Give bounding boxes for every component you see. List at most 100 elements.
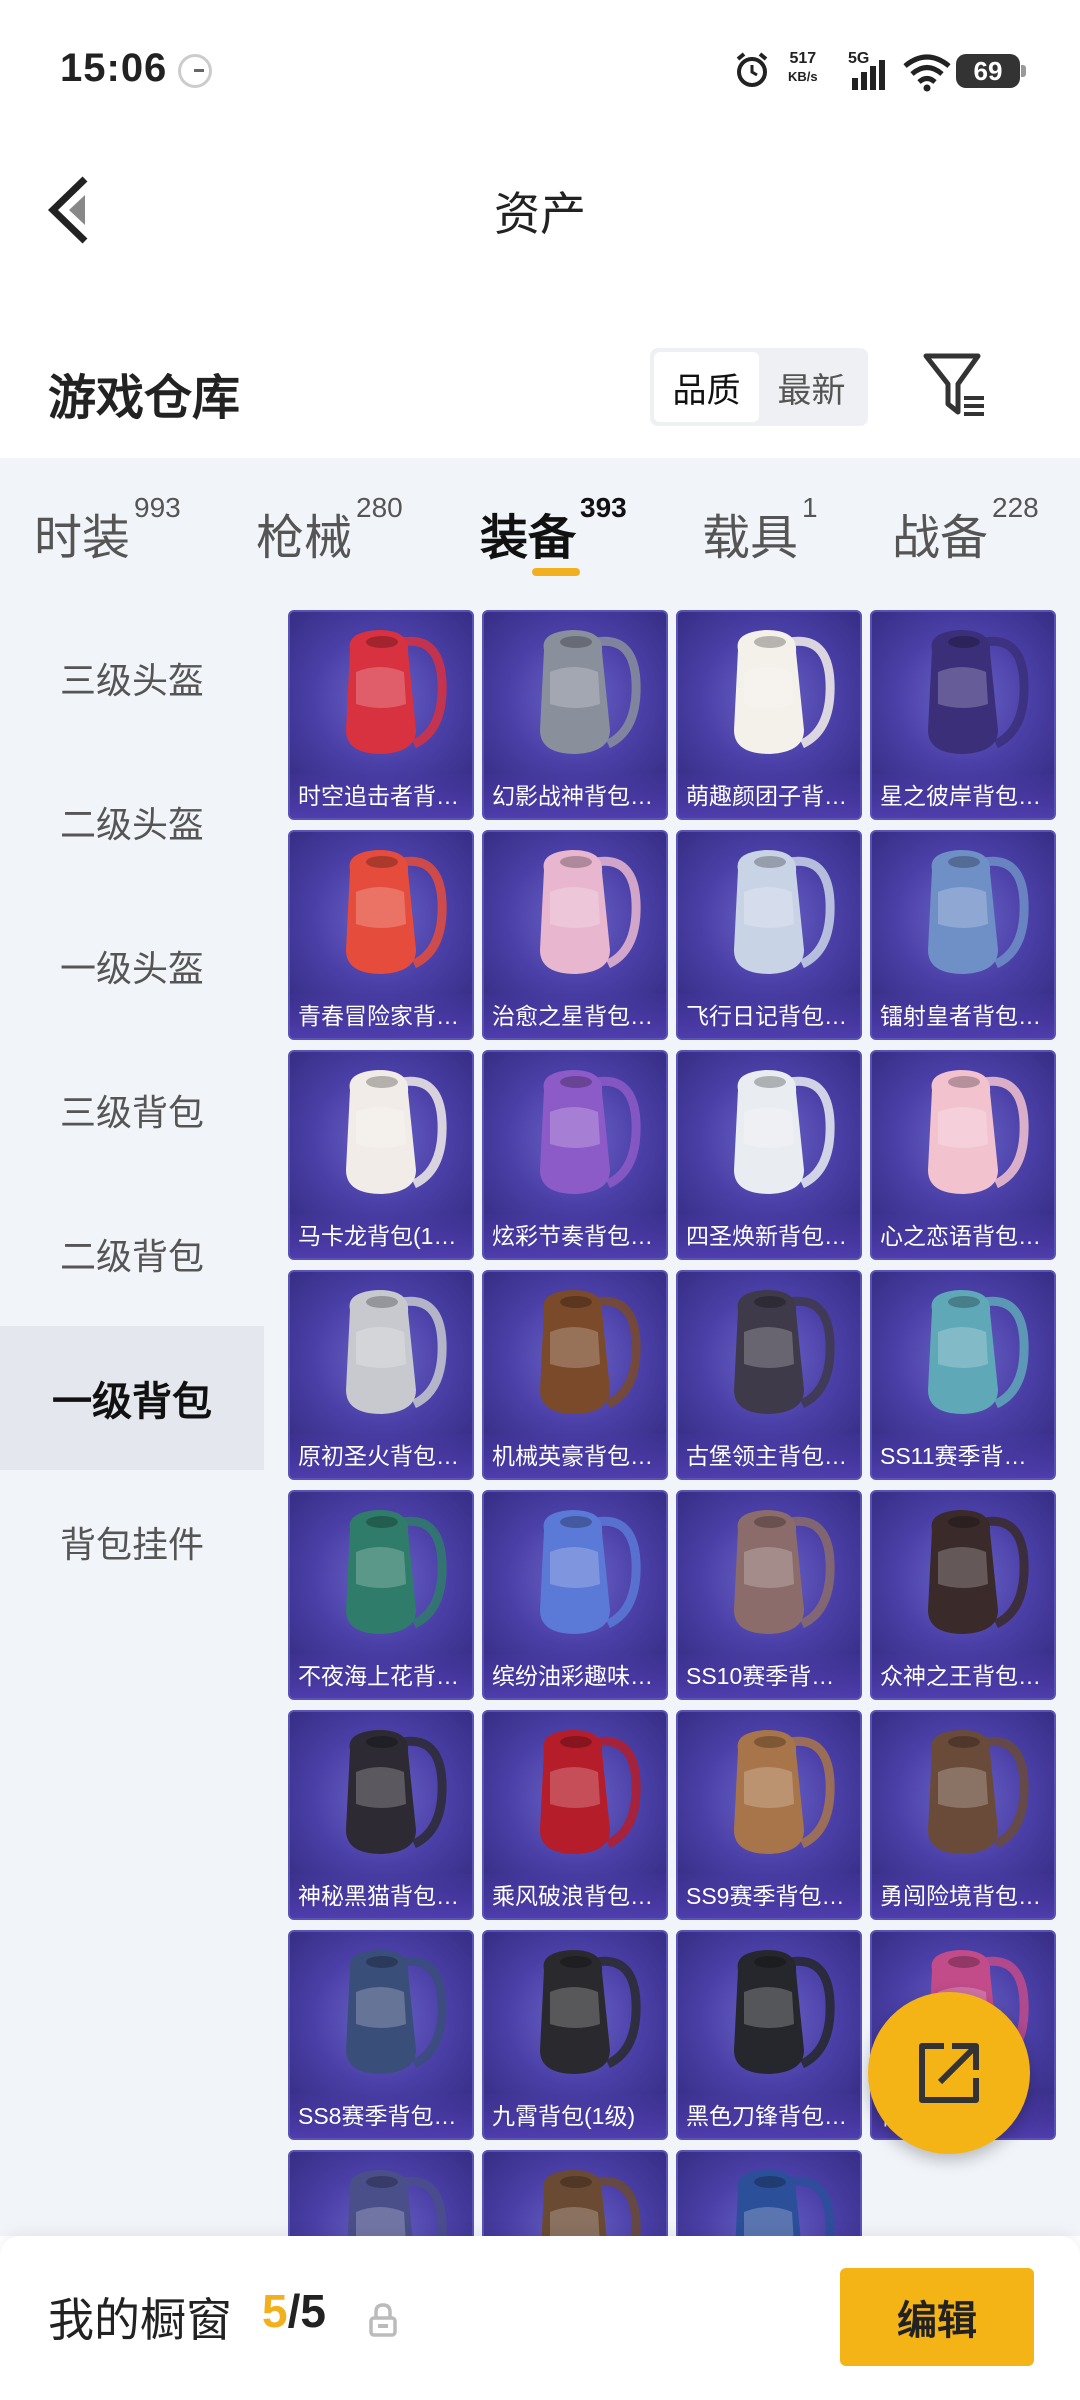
backpack-icon xyxy=(540,630,641,754)
filter-icon[interactable] xyxy=(922,350,988,420)
backpack-icon xyxy=(928,630,1029,754)
item-card[interactable]: 众神之王背包(1级) xyxy=(870,1490,1056,1700)
tab-equipment[interactable]: 装备393 xyxy=(480,492,627,578)
sidebar-item-backpack-lv1[interactable]: 一级背包 xyxy=(0,1326,264,1470)
item-card[interactable]: 缤纷油彩趣味背包(1级) xyxy=(482,1490,668,1700)
sidebar-item-helmet-lv3[interactable]: 三级头盔 xyxy=(0,606,264,750)
tab-fashion[interactable]: 时装993 xyxy=(34,492,181,578)
item-name: 时空追击者背包(1级) xyxy=(290,774,472,818)
backpack-icon xyxy=(540,1730,641,1854)
showcase-count: 5/5 xyxy=(262,2284,326,2338)
item-card[interactable]: SS9赛季背包(1级) xyxy=(676,1710,862,1920)
backpack-icon xyxy=(347,2170,447,2236)
share-button[interactable] xyxy=(868,1992,1030,2154)
item-card[interactable]: 黑色刀锋背包(1级) xyxy=(676,1930,862,2140)
item-card[interactable]: 马卡龙背包(1级) xyxy=(288,1050,474,1260)
item-name: 众神之王背包(1级) xyxy=(872,1654,1054,1698)
item-card[interactable]: 飞行日记背包(1级) xyxy=(676,830,862,1040)
item-card[interactable]: 九霄背包(1级) xyxy=(482,1930,668,2140)
subcategory-sidebar: 三级头盔 二级头盔 一级头盔 三级背包 二级背包 一级背包 背包挂件 xyxy=(0,606,264,2236)
share-icon xyxy=(919,2043,979,2103)
backpack-icon xyxy=(540,850,641,974)
item-card[interactable]: SS11赛季背包(1级) xyxy=(870,1270,1056,1480)
item-card[interactable]: 不夜海上花背包(1级) xyxy=(288,1490,474,1700)
backpack-icon xyxy=(928,1290,1029,1414)
wifi-icon xyxy=(903,54,951,92)
backpack-icon xyxy=(928,1730,1029,1854)
sidebar-item-helmet-lv2[interactable]: 二级头盔 xyxy=(0,750,264,894)
backpack-icon xyxy=(734,1070,835,1194)
item-name: 不夜海上花背包(1级) xyxy=(290,1654,472,1698)
item-name: 乘风破浪背包(1级) xyxy=(484,1874,666,1918)
showcase-current: 5 xyxy=(262,2285,288,2337)
tab-label: 战备 xyxy=(892,512,989,565)
item-card[interactable] xyxy=(482,2150,668,2236)
item-name: 心之恋语背包(1级) xyxy=(872,1214,1054,1258)
showcase-total: 5 xyxy=(300,2285,326,2337)
app-header: 资产 xyxy=(0,140,1080,280)
backpack-icon xyxy=(928,1510,1029,1634)
item-card[interactable]: 星之彼岸背包(1级) xyxy=(870,610,1056,820)
item-card[interactable]: 原初圣火背包(1级) xyxy=(288,1270,474,1480)
clock-app-icon xyxy=(178,54,212,88)
backpack-icon xyxy=(346,1950,447,2074)
item-card[interactable]: 萌趣颜团子背包(1级) xyxy=(676,610,862,820)
backpack-icon xyxy=(734,1730,835,1854)
sort-toggle: 品质 最新 xyxy=(650,348,868,426)
item-card[interactable]: 勇闯险境背包(1级) xyxy=(870,1710,1056,1920)
tab-battle-gear[interactable]: 战备228 xyxy=(892,492,1039,578)
sort-quality-button[interactable]: 品质 xyxy=(654,352,759,422)
sidebar-item-backpack-lv3[interactable]: 三级背包 xyxy=(0,1038,264,1182)
tab-label: 装备 xyxy=(480,512,577,565)
item-card[interactable]: 神秘黑猫背包(1级) xyxy=(288,1710,474,1920)
tab-firearms[interactable]: 枪械280 xyxy=(256,492,403,578)
item-card[interactable]: 青春冒险家背包(1级) xyxy=(288,830,474,1040)
item-name: 九霄背包(1级) xyxy=(484,2094,666,2138)
battery-indicator: 69 xyxy=(956,54,1026,88)
tab-count: 393 xyxy=(580,492,627,523)
sidebar-item-backpack-charm[interactable]: 背包挂件 xyxy=(0,1470,264,1614)
sidebar-item-backpack-lv2[interactable]: 二级背包 xyxy=(0,1182,264,1326)
sort-latest-button[interactable]: 最新 xyxy=(759,352,864,422)
item-card[interactable]: 乘风破浪背包(1级) xyxy=(482,1710,668,1920)
showcase-separator: / xyxy=(287,2285,301,2337)
item-card[interactable]: 炫彩节奏背包(1级) xyxy=(482,1050,668,1260)
item-card[interactable]: 镭射皇者背包(1级) xyxy=(870,830,1056,1040)
network-speed-unit: KB/s xyxy=(788,69,818,84)
backpack-icon xyxy=(540,1510,641,1634)
item-card[interactable]: 四圣焕新背包(1级) xyxy=(676,1050,862,1260)
sidebar-item-helmet-lv1[interactable]: 一级头盔 xyxy=(0,894,264,1038)
active-tab-indicator xyxy=(532,568,580,576)
item-name: 机械英豪背包(1级) xyxy=(484,1434,666,1478)
item-name: SS8赛季背包(1级) xyxy=(290,2094,472,2138)
item-name: 青春冒险家背包(1级) xyxy=(290,994,472,1038)
tab-vehicles[interactable]: 载具1 xyxy=(702,492,818,578)
item-card[interactable]: 幻影战神背包(1级) xyxy=(482,610,668,820)
backpack-icon xyxy=(346,1730,447,1854)
item-card[interactable]: 机械英豪背包(1级) xyxy=(482,1270,668,1480)
item-name: 镭射皇者背包(1级) xyxy=(872,994,1054,1038)
page-title: 资产 xyxy=(494,188,586,240)
backpack-icon xyxy=(928,1070,1029,1194)
item-name: 古堡领主背包(1级) xyxy=(678,1434,860,1478)
backpack-icon xyxy=(346,630,447,754)
item-name: SS10赛季背包(1级) xyxy=(678,1654,860,1698)
warehouse-title: 游戏仓库 xyxy=(48,372,241,425)
network-speed: 517 KB/s xyxy=(788,50,818,86)
warehouse-header: 游戏仓库 品质 最新 xyxy=(0,330,1080,450)
item-card[interactable]: 治愈之星背包(1级) xyxy=(482,830,668,1040)
item-card[interactable]: SS10赛季背包(1级) xyxy=(676,1490,862,1700)
showcase-label: 我的橱窗 xyxy=(48,2294,232,2346)
backpack-icon xyxy=(346,1070,447,1194)
item-card[interactable]: 心之恋语背包(1级) xyxy=(870,1050,1056,1260)
backpack-icon xyxy=(734,850,835,974)
item-card[interactable]: 时空追击者背包(1级) xyxy=(288,610,474,820)
edit-button[interactable]: 编辑 xyxy=(840,2268,1034,2366)
backpack-icon xyxy=(734,1510,835,1634)
backpack-icon xyxy=(346,850,447,974)
item-card[interactable] xyxy=(288,2150,474,2236)
item-card[interactable]: SS8赛季背包(1级) xyxy=(288,1930,474,2140)
item-card[interactable]: 古堡领主背包(1级) xyxy=(676,1270,862,1480)
tab-label: 时装 xyxy=(34,512,131,565)
item-card[interactable] xyxy=(676,2150,862,2236)
